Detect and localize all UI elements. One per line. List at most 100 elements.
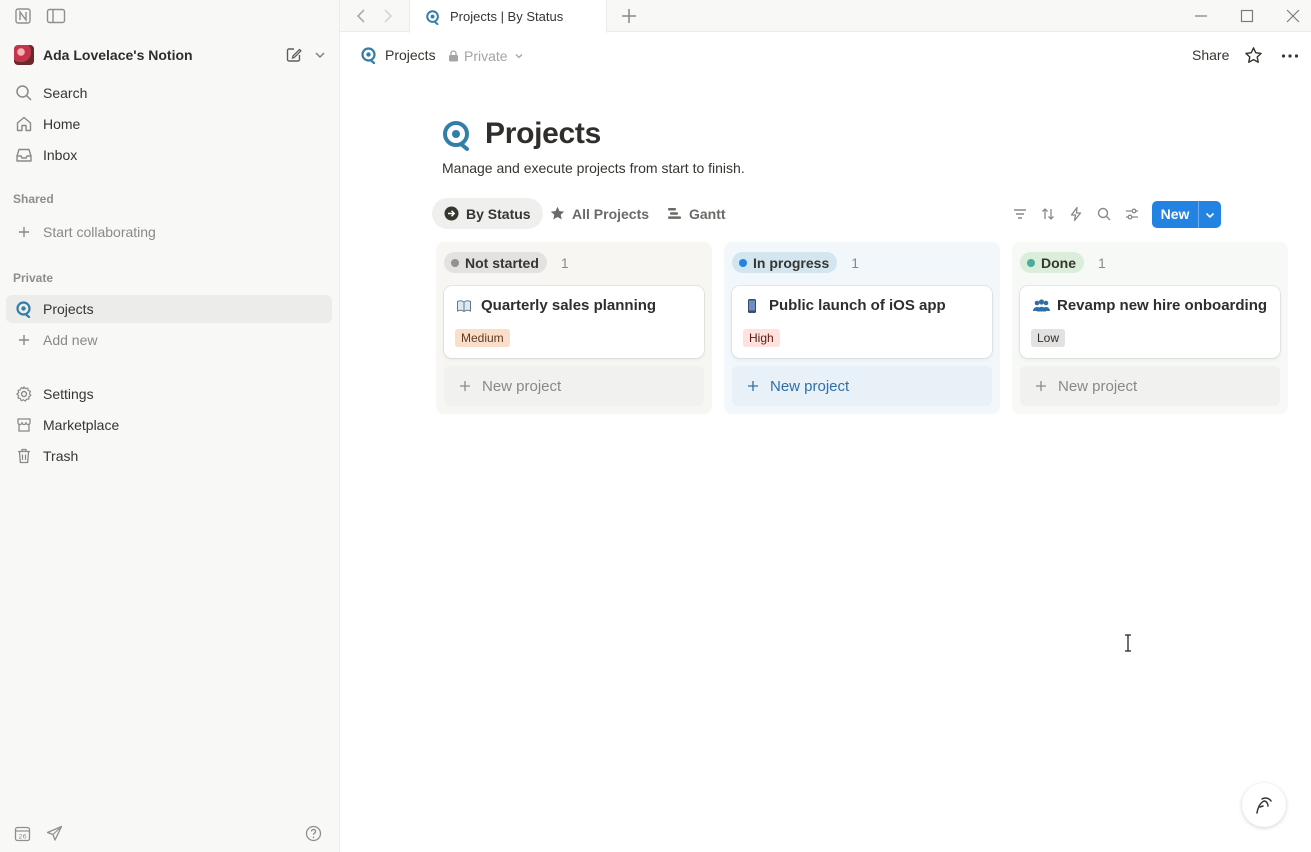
search-icon[interactable] <box>1096 206 1112 222</box>
sidebar-item-label: Inbox <box>43 147 78 163</box>
new-project-button[interactable]: New project <box>444 366 704 406</box>
sidebar-item-projects[interactable]: Projects <box>6 295 332 323</box>
sidebar-item-label: Trash <box>43 448 79 464</box>
new-project-button[interactable]: New project <box>1020 366 1280 406</box>
board-column-done: Done 1 Revamp new hire onboarding Low Ne… <box>1012 242 1288 414</box>
window-title-bar: Projects | By Status <box>340 0 1311 33</box>
arrow-circle-icon <box>444 206 459 221</box>
send-icon[interactable] <box>46 825 63 842</box>
column-count: 1 <box>560 254 569 271</box>
sidebar-item-label: Marketplace <box>43 417 120 433</box>
new-project-label: New project <box>1058 377 1138 395</box>
minimize-icon[interactable] <box>1193 8 1209 24</box>
breadcrumb[interactable]: Projects <box>360 46 436 64</box>
status-dot <box>739 258 747 267</box>
tab-title: Projects | By Status <box>450 9 564 24</box>
page-description[interactable]: Manage and execute projects from start t… <box>442 160 745 176</box>
workspace-switcher[interactable]: Ada Lovelace's Notion <box>6 40 332 70</box>
new-project-button[interactable]: New project <box>732 366 992 406</box>
status-label: Done <box>1041 254 1076 271</box>
column-header[interactable]: Done 1 <box>1020 252 1106 273</box>
card-title: Revamp new hire onboarding <box>1057 297 1268 314</box>
notion-logo-icon[interactable] <box>14 7 32 25</box>
board-card[interactable]: Public launch of iOS app High <box>732 286 992 358</box>
marketplace-icon <box>14 415 34 435</box>
workspace-avatar <box>14 45 34 65</box>
view-tab-by-status[interactable]: By Status <box>432 198 543 229</box>
view-tab-label: All Projects <box>572 205 650 222</box>
visibility-label: Private <box>464 48 508 64</box>
sidebar-item-start-collaborating[interactable]: Start collaborating <box>6 218 332 246</box>
favorite-star-icon[interactable] <box>1244 46 1263 65</box>
sidebar-item-inbox[interactable]: Inbox <box>6 141 332 169</box>
gear-icon <box>14 384 34 404</box>
back-arrow-icon[interactable] <box>354 8 368 24</box>
more-options-icon[interactable] <box>1280 46 1300 66</box>
book-icon <box>457 300 471 313</box>
new-button[interactable]: New <box>1152 201 1221 228</box>
board-column-not-started: Not started 1 Quarterly sales planning M… <box>436 242 712 414</box>
page-icon[interactable] <box>440 119 474 153</box>
sidebar-item-trash[interactable]: Trash <box>6 442 332 470</box>
visibility-selector[interactable]: Private <box>448 48 524 64</box>
new-button-label: New <box>1160 206 1190 222</box>
view-tab-all-projects[interactable]: All Projects <box>538 198 661 229</box>
page-title[interactable]: Projects <box>485 117 601 151</box>
private-section-heading: Private <box>13 271 54 285</box>
forward-arrow-icon[interactable] <box>381 8 395 24</box>
new-dropdown-button[interactable] <box>1198 201 1221 228</box>
priority-tag: Medium <box>455 329 510 347</box>
sidebar-item-home[interactable]: Home <box>6 110 332 138</box>
column-header[interactable]: In progress 1 <box>732 252 859 273</box>
status-dot <box>1027 258 1035 267</box>
sidebar-item-settings[interactable]: Settings <box>6 380 332 408</box>
home-icon <box>14 114 34 134</box>
view-tab-label: By Status <box>466 205 531 222</box>
status-label: Not started <box>465 254 539 271</box>
board-card[interactable]: Quarterly sales planning Medium <box>444 286 704 358</box>
close-icon[interactable] <box>1285 8 1301 24</box>
new-project-label: New project <box>482 377 562 395</box>
view-tab-label: Gantt <box>689 205 726 222</box>
automation-bolt-icon[interactable] <box>1068 206 1084 222</box>
gantt-icon <box>668 208 681 219</box>
share-button[interactable]: Share <box>1192 47 1229 63</box>
workspace-name: Ada Lovelace's Notion <box>43 47 193 63</box>
view-tab-gantt[interactable]: Gantt <box>655 198 738 229</box>
sidebar-item-search[interactable]: Search <box>6 79 332 107</box>
new-page-icon[interactable] <box>285 46 303 64</box>
people-icon <box>1033 299 1050 312</box>
plus-icon <box>748 381 758 391</box>
sidebar-item-label: Home <box>43 116 81 132</box>
chevron-down-icon <box>1205 212 1215 218</box>
status-label: In progress <box>753 254 830 271</box>
plus-icon <box>460 381 470 391</box>
sidebar-item-label: Projects <box>43 301 94 317</box>
column-header[interactable]: Not started 1 <box>444 252 569 273</box>
notion-ai-button[interactable] <box>1242 783 1286 827</box>
view-settings-icon[interactable] <box>1124 206 1140 222</box>
status-pill: Not started <box>444 252 547 273</box>
inbox-icon <box>14 145 34 165</box>
filter-icon[interactable] <box>1012 206 1028 222</box>
shared-section-heading: Shared <box>13 192 54 206</box>
projects-icon <box>14 299 34 319</box>
board-card[interactable]: Revamp new hire onboarding Low <box>1020 286 1280 358</box>
phone-icon <box>748 299 756 313</box>
sidebar-item-add-new[interactable]: Add new <box>6 326 332 354</box>
sort-icon[interactable] <box>1040 206 1056 222</box>
chevron-down-icon[interactable] <box>314 48 326 62</box>
plus-icon <box>14 330 34 350</box>
tab-projects-by-status[interactable]: Projects | By Status <box>409 0 607 33</box>
help-icon[interactable] <box>305 825 322 842</box>
sidebar-toggle-icon[interactable] <box>46 7 66 25</box>
new-tab-plus-icon[interactable] <box>620 7 638 25</box>
column-count: 1 <box>1098 254 1106 271</box>
sidebar-top-bar <box>0 0 340 32</box>
text-cursor-icon <box>1125 634 1131 652</box>
sidebar-item-marketplace[interactable]: Marketplace <box>6 411 332 439</box>
new-project-label: New project <box>770 377 850 395</box>
calendar-icon[interactable]: 26 <box>14 825 31 842</box>
plus-icon <box>1036 381 1046 391</box>
maximize-icon[interactable] <box>1239 8 1255 24</box>
